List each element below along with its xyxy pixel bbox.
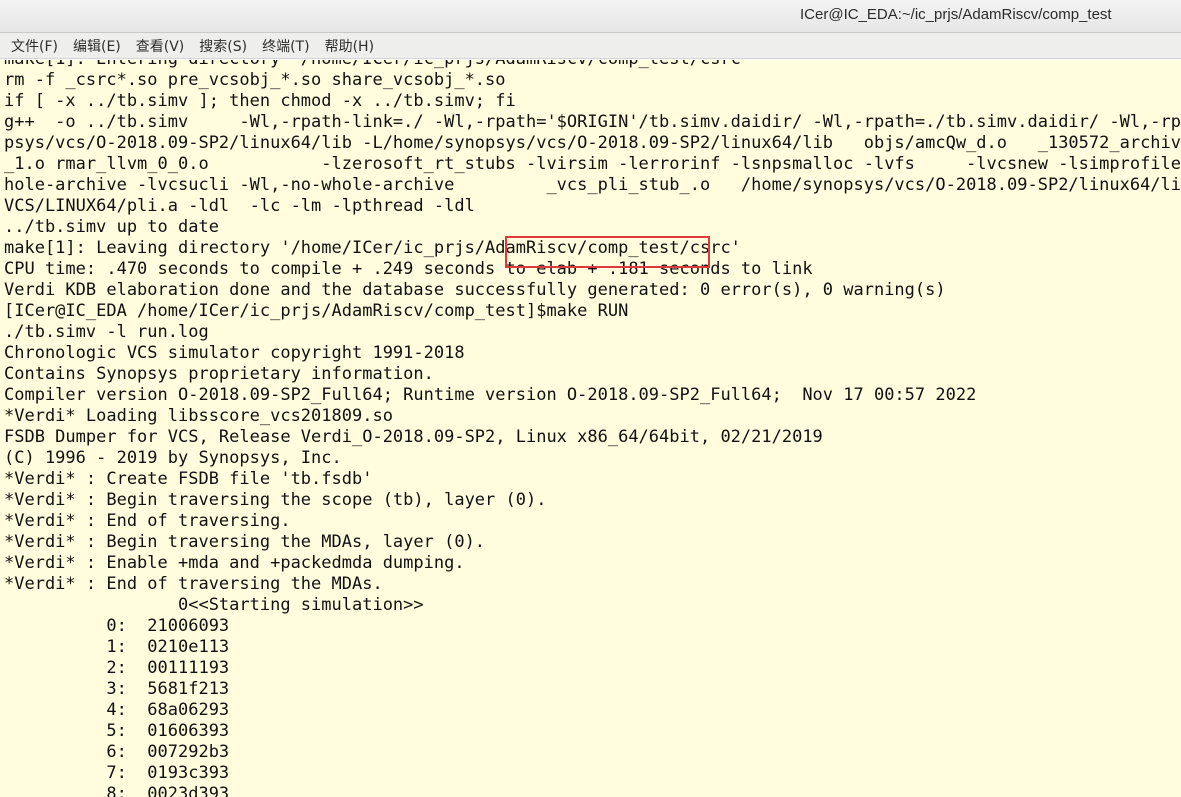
terminal-line: [ICer@IC_EDA /home/ICer/ic_prjs/AdamRisc… [4, 301, 629, 321]
terminal-line: *Verdi* Loading libsscore_vcs201809.so [4, 406, 393, 426]
terminal-line: 2: 00111193 [4, 658, 230, 678]
terminal-line: if [ -x ../tb.simv ]; then chmod -x ../t… [4, 91, 516, 111]
menu-terminal[interactable]: 终端(T) [255, 34, 316, 58]
terminal-line: CPU time: .470 seconds to compile + .249… [4, 259, 813, 279]
terminal-line: *Verdi* : Begin traversing the scope (tb… [4, 490, 547, 510]
menu-search[interactable]: 搜索(S) [192, 34, 254, 58]
terminal-output-area[interactable]: make[1]: Entering directory '/home/ICer/… [0, 60, 1181, 797]
terminal-line: ./tb.simv -l run.log [4, 322, 209, 342]
menu-view[interactable]: 查看(V) [129, 34, 192, 58]
menu-edit[interactable]: 编辑(E) [66, 34, 128, 58]
title-bar[interactable]: ICer@IC_EDA:~/ic_prjs/AdamRiscv/comp_tes… [0, 0, 1181, 33]
terminal-line: FSDB Dumper for VCS, Release Verdi_O-201… [4, 427, 823, 447]
terminal-line: 4: 68a06293 [4, 700, 230, 720]
terminal-line: 0<<Starting simulation>> [4, 595, 424, 615]
terminal-line: 8: 0023d393 [4, 784, 230, 797]
menu-bar: 文件(F) 编辑(E) 查看(V) 搜索(S) 终端(T) 帮助(H) [0, 33, 1181, 59]
terminal-line: _1.o rmar_llvm_0_0.o -lzerosoft_rt_stubs… [4, 154, 1181, 174]
terminal-line: make[1]: Leaving directory '/home/ICer/i… [4, 238, 741, 258]
menu-help[interactable]: 帮助(H) [318, 34, 381, 58]
window-title: ICer@IC_EDA:~/ic_prjs/AdamRiscv/comp_tes… [800, 6, 1112, 23]
terminal-line: *Verdi* : End of traversing the MDAs. [4, 574, 383, 594]
terminal-line: 7: 0193c393 [4, 763, 230, 783]
menu-file[interactable]: 文件(F) [4, 34, 65, 58]
terminal-line: psys/vcs/O-2018.09-SP2/linux64/lib -L/ho… [4, 133, 1181, 153]
terminal-lines: make[1]: Entering directory '/home/ICer/… [4, 60, 1181, 797]
terminal-line: *Verdi* : End of traversing. [4, 511, 291, 531]
terminal-line: 6: 007292b3 [4, 742, 230, 762]
terminal-line: 0: 21006093 [4, 616, 230, 636]
terminal-line: *Verdi* : Begin traversing the MDAs, lay… [4, 532, 486, 552]
terminal-line: *Verdi* : Enable +mda and +packedmda dum… [4, 553, 465, 573]
terminal-line: 5: 01606393 [4, 721, 230, 741]
terminal-line: hole-archive -lvcsucli -Wl,-no-whole-arc… [4, 175, 1181, 195]
terminal-line: 3: 5681f213 [4, 679, 230, 699]
terminal-line: make[1]: Entering directory '/home/ICer/… [4, 60, 1181, 70]
terminal-line: g++ -o ../tb.simv -Wl,-rpath-link=./ -Wl… [4, 112, 1181, 132]
terminal-line: VCS/LINUX64/pli.a -ldl -lc -lm -lpthread… [4, 196, 475, 216]
terminal-line: ../tb.simv up to date [4, 217, 219, 237]
terminal-line: Chronologic VCS simulator copyright 1991… [4, 343, 465, 363]
terminal-line: Compiler version O-2018.09-SP2_Full64; R… [4, 385, 977, 405]
terminal-line: Verdi KDB elaboration done and the datab… [4, 280, 946, 300]
terminal-line: Contains Synopsys proprietary informatio… [4, 364, 434, 384]
terminal-line: *Verdi* : Create FSDB file 'tb.fsdb' [4, 469, 373, 489]
terminal-line: 1: 0210e113 [4, 637, 230, 657]
terminal-line: rm -f _csrc*.so pre_vcsobj_*.so share_vc… [4, 70, 506, 90]
terminal-window: ICer@IC_EDA:~/ic_prjs/AdamRiscv/comp_tes… [0, 0, 1181, 797]
terminal-line: (C) 1996 - 2019 by Synopsys, Inc. [4, 448, 342, 468]
